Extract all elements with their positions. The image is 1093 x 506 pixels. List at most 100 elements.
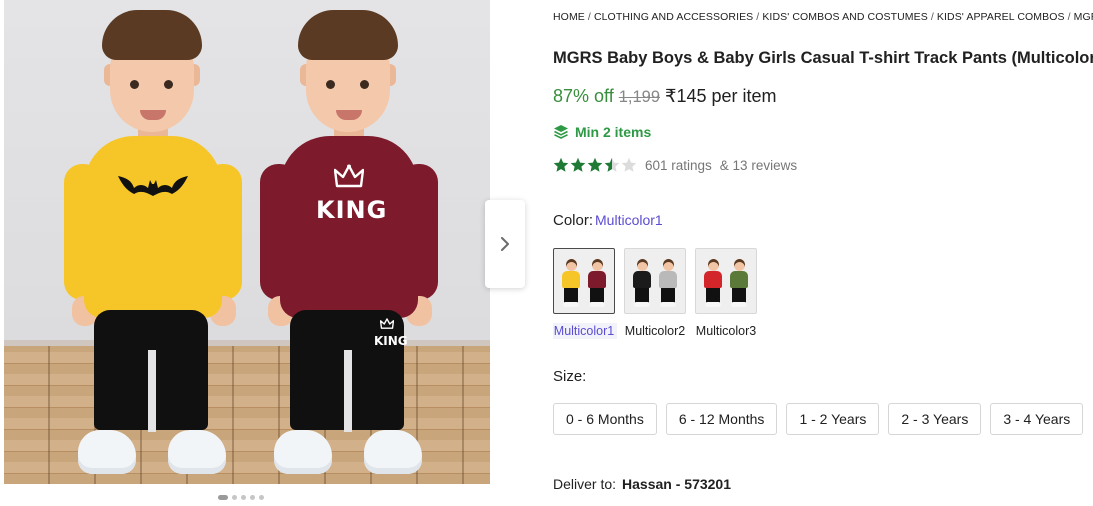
size-option-button[interactable]: 3 - 4 Years <box>990 403 1084 435</box>
product-details: HOME / CLOTHING AND ACCESSORIES / KIDS' COMB… <box>553 0 1093 506</box>
color-swatch[interactable]: Multicolor1 <box>553 248 617 339</box>
delivery-label: Deliver to: <box>553 476 617 492</box>
breadcrumb-link[interactable]: HOME <box>553 11 585 23</box>
swatch-model-figure <box>704 259 722 307</box>
model-eye <box>164 80 173 89</box>
color-swatch-thumbnail <box>695 248 757 314</box>
color-swatch[interactable]: Multicolor3 <box>695 248 757 339</box>
layers-icon <box>554 125 568 139</box>
model-maroon-shirt: KING KING <box>260 10 440 484</box>
min-quantity-text: Min 2 items <box>575 124 652 140</box>
model-leg-gap <box>344 350 352 432</box>
color-swatch-thumbnail <box>553 248 615 314</box>
model-hair <box>298 10 398 60</box>
swatch-model-figure <box>730 259 748 307</box>
swatch-model-head <box>592 259 603 271</box>
product-image-gallery[interactable]: KING KING <box>4 0 490 484</box>
pants-print-text: KING <box>374 334 408 348</box>
crown-icon <box>334 164 364 188</box>
model-hair <box>102 10 202 60</box>
ratings-count[interactable]: 601 ratings <box>645 158 712 173</box>
product-image: KING KING <box>4 0 490 484</box>
gallery-pagination-dots <box>218 495 264 500</box>
reviews-count[interactable]: & 13 reviews <box>720 158 797 173</box>
size-option-button[interactable]: 0 - 6 Months <box>553 403 657 435</box>
star-icon <box>553 157 569 172</box>
gallery-dot[interactable] <box>259 495 264 500</box>
size-options: 0 - 6 Months 6 - 12 Months 1 - 2 Years 2 - … <box>553 403 1084 435</box>
swatch-model-pants <box>732 288 746 303</box>
swatch-model-head <box>663 259 674 271</box>
gallery-dot[interactable] <box>241 495 246 500</box>
model-shoe <box>168 430 226 474</box>
discount-percent: 87% off <box>553 86 614 106</box>
swatch-model-top <box>659 271 677 288</box>
selected-color: Multicolor1 <box>595 212 663 228</box>
swatch-model-head <box>734 259 745 271</box>
swatch-model-figure <box>659 259 677 307</box>
breadcrumb-link[interactable]: MGRS KIDS <box>1074 11 1093 23</box>
model-head <box>102 10 202 132</box>
color-swatch-thumbnail <box>624 248 686 314</box>
color-swatch-label: Multicolor3 <box>695 324 757 338</box>
delivery-info: Deliver to: Hassan - 573201 <box>553 476 731 492</box>
color-swatches: Multicolor1 Multicolor2 Multicolor3 <box>553 248 757 339</box>
swatch-model-shoes <box>589 302 605 307</box>
gallery-dot[interactable] <box>232 495 237 500</box>
breadcrumb-link[interactable]: CLOTHING AND ACCESSORIES <box>594 11 753 23</box>
swatch-model-pants <box>706 288 720 303</box>
swatch-model-top <box>588 271 606 288</box>
star-icon <box>621 157 637 172</box>
swatch-model-pants <box>564 288 578 303</box>
model-eye <box>326 80 335 89</box>
gallery-dot[interactable] <box>218 495 228 500</box>
swatch-model-top <box>562 271 580 288</box>
shirt-print-text: KING <box>316 196 388 224</box>
star-rating <box>553 157 637 173</box>
star-icon <box>587 157 603 172</box>
rating-summary[interactable]: 601 ratings & 13 reviews <box>553 157 797 173</box>
model-mouth <box>140 110 166 120</box>
breadcrumb-separator: / <box>587 11 591 23</box>
swatch-model-pants <box>590 288 604 303</box>
model-mouth <box>336 110 362 120</box>
price-row: 87% off 1,199 ₹145 per item <box>553 86 777 107</box>
min-quantity: Min 2 items <box>553 124 651 140</box>
model-eye <box>130 80 139 89</box>
swatch-model-head <box>708 259 719 271</box>
breadcrumb-separator: / <box>1067 11 1071 23</box>
swatch-model-shoes <box>563 302 579 307</box>
star-icon <box>570 157 586 172</box>
chevron-right-icon <box>501 237 509 251</box>
star-icon <box>604 157 620 172</box>
swatch-model-figure <box>588 259 606 307</box>
swatch-model-figure <box>562 259 580 307</box>
model-eye <box>360 80 369 89</box>
model-shoe <box>274 430 332 474</box>
swatch-model-pants <box>661 288 675 303</box>
breadcrumb-link[interactable]: KIDS' APPAREL COMBOS <box>937 11 1065 23</box>
size-option-button[interactable]: 6 - 12 Months <box>665 403 778 435</box>
model-yellow-shirt <box>64 10 244 484</box>
breadcrumb-link[interactable]: KIDS' COMBOS AND COSTUMES <box>762 11 928 23</box>
breadcrumb-separator: / <box>930 11 934 23</box>
swatch-model-head <box>566 259 577 271</box>
size-option-button[interactable]: 2 - 3 Years <box>888 403 982 435</box>
gallery-dot[interactable] <box>250 495 255 500</box>
delivery-location[interactable]: Hassan - 573201 <box>622 476 731 492</box>
next-image-button[interactable] <box>485 200 525 288</box>
color-label: Color: Multicolor1 <box>553 212 663 229</box>
breadcrumb-separator: / <box>756 11 760 23</box>
color-swatch-label: Multicolor2 <box>624 324 686 338</box>
color-swatch-label: Multicolor1 <box>553 323 617 339</box>
size-option-button[interactable]: 1 - 2 Years <box>786 403 880 435</box>
model-shoe <box>364 430 422 474</box>
color-label-text: Color: <box>553 212 594 229</box>
swatch-model-shoes <box>660 302 676 307</box>
swatch-model-top <box>704 271 722 288</box>
breadcrumb: HOME / CLOTHING AND ACCESSORIES / KIDS' COMB… <box>553 11 1093 23</box>
color-swatch[interactable]: Multicolor2 <box>624 248 686 339</box>
product-title: MGRS Baby Boys & Baby Girls Casual T-shi… <box>553 49 1093 67</box>
swatch-model-head <box>637 259 648 271</box>
swatch-model-shoes <box>705 302 721 307</box>
